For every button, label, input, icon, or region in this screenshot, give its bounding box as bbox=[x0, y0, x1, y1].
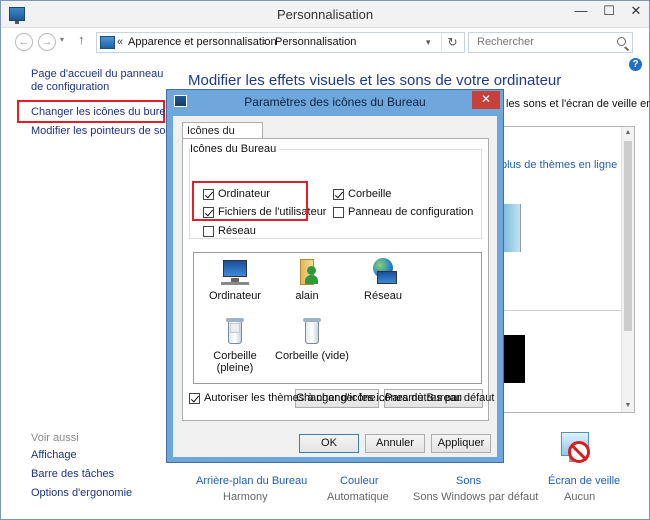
tab-panel: Icônes du Bureau Ordinateur Fichiers de … bbox=[182, 138, 494, 421]
checkbox-label: Réseau bbox=[218, 225, 256, 237]
ok-button[interactable]: OK bbox=[299, 434, 359, 453]
checkbox-label: Corbeille bbox=[348, 188, 392, 200]
search-input[interactable]: Rechercher bbox=[477, 36, 534, 48]
checkbox-unchecked-icon[interactable] bbox=[203, 225, 214, 237]
scroll-down-arrow-icon[interactable]: ▼ bbox=[622, 400, 634, 412]
icon-label: Corbeille (pleine) bbox=[213, 350, 257, 374]
allow-themes-checkbox[interactable]: Autoriser les thèmes à changer les icône… bbox=[189, 392, 462, 404]
screensaver-value: Aucun bbox=[564, 491, 596, 503]
page-subtitle: les sons et l'écran de veille en bbox=[506, 98, 650, 110]
checkbox-label: Panneau de configuration bbox=[348, 206, 474, 218]
recycle-bin-full-icon bbox=[218, 317, 252, 347]
desktop-icon-settings-dialog: Paramètres des icônes du Bureau ✕ Icônes… bbox=[166, 89, 504, 463]
high-contrast-theme-thumbnail[interactable] bbox=[501, 335, 525, 383]
checkbox-unchecked-icon[interactable] bbox=[333, 206, 344, 218]
maximize-button[interactable]: ☐ bbox=[595, 1, 623, 23]
change-mouse-pointers-link[interactable]: Modifier les pointeurs de souris bbox=[31, 125, 167, 138]
navigation-bar: ← → ▾ ↑ « Apparence et personnalisation … bbox=[1, 29, 649, 55]
computer-desktop-icon[interactable]: Ordinateur bbox=[200, 257, 270, 302]
address-dropdown-icon[interactable]: ▾ bbox=[426, 37, 431, 48]
change-desktop-icons-link[interactable]: Changer les icônes du bureau bbox=[31, 106, 178, 119]
recycle-bin-empty-desktop-icon[interactable]: Corbeille (vide) bbox=[272, 317, 352, 362]
more-themes-online-link[interactable]: plus de thèmes en ligne bbox=[501, 159, 617, 171]
address-bar[interactable]: « Apparence et personnalisation › Person… bbox=[96, 32, 465, 53]
display-link[interactable]: Affichage bbox=[31, 449, 77, 462]
up-arrow-icon[interactable]: ↑ bbox=[78, 32, 85, 47]
help-icon[interactable]: ? bbox=[629, 58, 642, 71]
close-button[interactable]: ✕ bbox=[623, 1, 649, 23]
cancel-button[interactable]: Annuler bbox=[365, 434, 425, 453]
scroll-up-arrow-icon[interactable]: ▲ bbox=[622, 127, 634, 139]
screensaver-link[interactable]: Écran de veille bbox=[548, 475, 620, 487]
checkbox-checked-icon[interactable] bbox=[333, 188, 344, 200]
dialog-title: Paramètres des icônes du Bureau bbox=[244, 95, 426, 109]
network-icon bbox=[366, 257, 400, 287]
group-title: Icônes du Bureau bbox=[190, 143, 280, 155]
breadcrumb-appearance[interactable]: Apparence et personnalisation bbox=[128, 36, 277, 48]
theme-thumbnail[interactable] bbox=[501, 204, 521, 252]
user-folder-icon bbox=[290, 257, 324, 287]
refresh-button[interactable]: ↻ bbox=[441, 34, 463, 51]
ease-of-access-link[interactable]: Options d'ergonomie bbox=[31, 487, 132, 500]
color-value: Automatique bbox=[327, 491, 389, 503]
desktop-background-value: Harmony bbox=[223, 491, 268, 503]
icon-label: alain bbox=[295, 290, 319, 302]
themes-scrollbar[interactable]: ▲ ▼ bbox=[621, 127, 634, 412]
dialog-close-button[interactable]: ✕ bbox=[472, 91, 500, 109]
icon-label: Ordinateur bbox=[209, 290, 261, 302]
recycle-bin-checkbox[interactable]: Corbeille bbox=[333, 188, 391, 200]
minimize-button[interactable]: — bbox=[567, 1, 595, 23]
checkbox-label: Autoriser les thèmes à changer les icône… bbox=[204, 392, 463, 404]
sounds-link[interactable]: Sons bbox=[456, 475, 481, 487]
apply-button[interactable]: Appliquer bbox=[431, 434, 491, 453]
title-bar: Personnalisation — ☐ ✕ bbox=[1, 1, 649, 28]
breadcrumb-personalization[interactable]: Personnalisation bbox=[275, 36, 356, 48]
themes-divider bbox=[501, 310, 621, 311]
dialog-body: Icônes du Bureau Icônes du Bureau Ordina… bbox=[173, 116, 497, 457]
breadcrumb-overflow[interactable]: « bbox=[117, 36, 123, 48]
screensaver-icon[interactable] bbox=[559, 429, 593, 467]
sounds-value: Sons Windows par défaut bbox=[413, 491, 539, 503]
user-desktop-icon[interactable]: alain bbox=[272, 257, 342, 302]
forward-button[interactable]: → bbox=[38, 33, 56, 51]
scrollbar-thumb[interactable] bbox=[624, 141, 632, 331]
recent-locations-chevron-icon[interactable]: ▾ bbox=[60, 35, 64, 44]
desktop-background-link[interactable]: Arrière-plan du Bureau bbox=[196, 475, 307, 487]
control-panel-home-link[interactable]: Page d'accueil du panneau de configurati… bbox=[31, 68, 171, 94]
icon-label: Corbeille (vide) bbox=[275, 350, 349, 362]
window-title: Personnalisation bbox=[276, 7, 374, 22]
network-checkbox[interactable]: Réseau bbox=[203, 225, 256, 237]
see-also-heading: Voir aussi bbox=[31, 432, 79, 444]
back-button[interactable]: ← bbox=[15, 33, 33, 51]
desktop-icons-preview[interactable]: Ordinateur alain Réseau Corbeille (plein… bbox=[193, 252, 482, 384]
recycle-bin-empty-icon bbox=[295, 317, 329, 347]
tab-desktop-icons[interactable]: Icônes du Bureau bbox=[182, 122, 263, 153]
recycle-bin-full-desktop-icon[interactable]: Corbeille (pleine) bbox=[194, 317, 276, 374]
breadcrumb-separator-icon[interactable]: › bbox=[263, 36, 267, 48]
network-desktop-icon[interactable]: Réseau bbox=[348, 257, 418, 302]
icon-label: Réseau bbox=[364, 290, 402, 302]
search-box[interactable]: Rechercher bbox=[468, 32, 633, 53]
search-icon[interactable] bbox=[617, 37, 626, 46]
checkbox-checked-icon[interactable] bbox=[189, 392, 200, 404]
monitor-icon bbox=[100, 36, 115, 49]
control-panel-checkbox[interactable]: Panneau de configuration bbox=[333, 206, 473, 218]
taskbar-link[interactable]: Barre des tâches bbox=[31, 468, 114, 481]
color-link[interactable]: Couleur bbox=[340, 475, 379, 487]
highlight-box bbox=[192, 181, 308, 221]
page-title: Modifier les effets visuels et les sons … bbox=[188, 72, 562, 89]
computer-icon bbox=[218, 257, 252, 287]
dialog-title-bar: Paramètres des icônes du Bureau ✕ bbox=[167, 90, 503, 114]
